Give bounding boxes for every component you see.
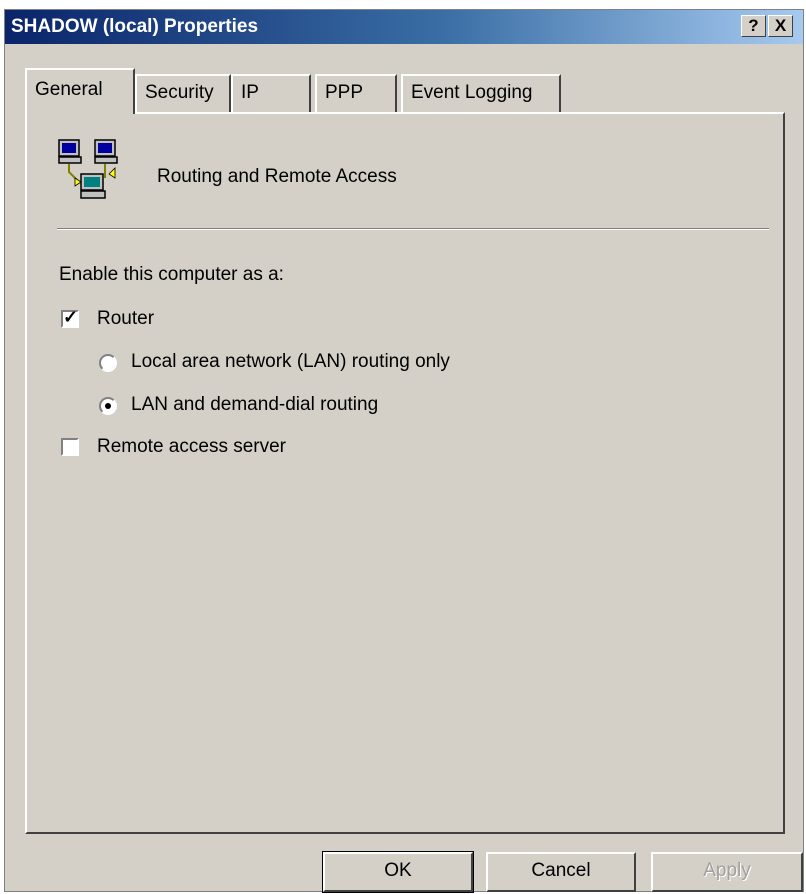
help-button[interactable]: ? (741, 15, 766, 37)
lan-demand-dial-label[interactable]: LAN and demand-dial routing (131, 394, 378, 416)
tab-general[interactable]: General (25, 68, 135, 114)
tab-ip[interactable]: IP (231, 74, 311, 112)
window-title: SHADOW (local) Properties (11, 16, 259, 37)
ok-button[interactable]: OK (322, 851, 474, 893)
enable-as-label: Enable this computer as a: (59, 264, 284, 285)
lan-only-label[interactable]: Local area network (LAN) routing only (131, 351, 450, 373)
close-button[interactable]: X (768, 15, 793, 37)
lan-demand-dial-radio[interactable] (99, 397, 117, 415)
remote-access-label[interactable]: Remote access server (97, 436, 286, 458)
lan-only-radio[interactable] (99, 354, 117, 372)
properties-dialog: SHADOW (local) Properties ? X General Se… (4, 9, 804, 893)
cancel-button[interactable]: Cancel (486, 852, 636, 892)
tab-ppp[interactable]: PPP (315, 74, 397, 112)
router-label[interactable]: Router (97, 308, 154, 330)
tab-event-logging[interactable]: Event Logging (401, 74, 561, 112)
title-bar[interactable]: SHADOW (local) Properties ? X (5, 10, 803, 44)
network-computers-icon (58, 139, 118, 199)
general-tab-panel: Routing and Remote Access Enable this co… (25, 112, 785, 834)
radio-selected-dot (105, 403, 111, 409)
remote-access-checkbox[interactable] (61, 438, 79, 456)
apply-button[interactable]: Apply (651, 852, 803, 892)
checkmark-icon: ✓ (63, 307, 79, 327)
router-checkbox[interactable]: ✓ (61, 307, 79, 328)
tab-security[interactable]: Security (135, 74, 231, 112)
panel-heading: Routing and Remote Access (157, 166, 397, 187)
separator-line (57, 228, 769, 230)
